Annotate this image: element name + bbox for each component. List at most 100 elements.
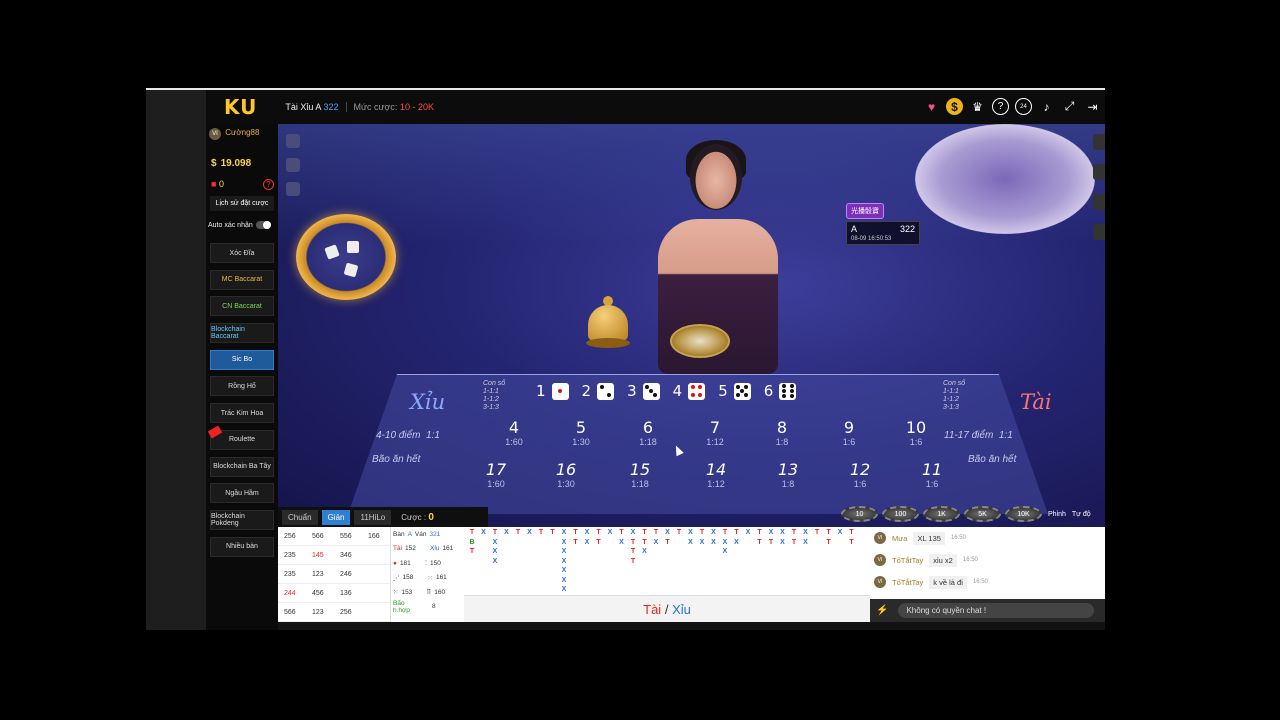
game-item[interactable]: Roulette [207, 425, 274, 450]
roadmap-mark: T [826, 538, 831, 546]
roadmap-mark: X [768, 529, 774, 536]
roadmap-mark: X [492, 538, 498, 546]
single-bet-3[interactable]: 3 [627, 382, 660, 400]
table-id: A [851, 224, 858, 234]
game-item[interactable]: CN Baccarat [210, 296, 274, 317]
game-item[interactable]: Xóc Đĩa [210, 243, 274, 263]
single-odds-left: Con số 1-1:1 1-1:2 3-1:3 [483, 380, 506, 411]
sum-bet-12[interactable]: 12 1:6 [830, 460, 890, 489]
game-list: Xóc Đĩa MC Baccarat CN Baccarat Blockchain … [206, 243, 278, 557]
gift-icon[interactable]: ■ [211, 179, 216, 189]
sum-bet-7[interactable]: 7 1:12 [685, 418, 745, 447]
roadmap-mark: T [642, 538, 647, 546]
sum-bet-8[interactable]: 8 1:8 [752, 418, 812, 447]
info-icon[interactable] [1093, 134, 1105, 150]
game-item[interactable]: MC Baccarat [210, 269, 274, 290]
roadmap-mark: X [561, 586, 567, 593]
bet-mode-tabs: Chuẩn Giản 11HiLo Cược : 0 [278, 507, 488, 527]
tab-11hilo[interactable]: 11HiLo [354, 509, 392, 525]
balance-value: 19.098 [220, 158, 252, 169]
chip-10[interactable]: 10 [841, 506, 878, 522]
coin-icon[interactable]: $ [946, 98, 963, 115]
sum-bet-6[interactable]: 6 1:18 [618, 418, 678, 447]
chip-5K[interactable]: 5K [964, 506, 1001, 522]
chat-message: VI TốTắtTay k về là đi 16:50 [870, 571, 1105, 593]
chat-avatar: VI [874, 532, 886, 544]
sum-bet-4[interactable]: 4 1:60 [484, 418, 544, 447]
auto-confirm-toggle[interactable] [255, 221, 271, 229]
sum-bet-15[interactable]: 15 1:18 [610, 460, 670, 489]
game-item[interactable]: Blockchain Ba Tây [210, 456, 274, 477]
game-item[interactable]: Sic Bo [210, 349, 274, 370]
chip-100[interactable]: 100 [882, 506, 919, 522]
person-icon[interactable] [286, 182, 300, 196]
bet-tai[interactable]: Tài [1020, 390, 1052, 414]
wifi-icon[interactable] [1093, 194, 1105, 210]
chip-action-button[interactable]: Phỉnh [1048, 511, 1066, 518]
tab-chuan[interactable]: Chuẩn [282, 509, 318, 525]
chat-text: xỉu x2 [929, 553, 957, 567]
game-item[interactable]: Blockchain Pokdeng [210, 509, 274, 530]
sum-odds: 1:6 [853, 479, 867, 489]
chat-message: VI TốTắtTay xỉu x2 16:50 [870, 549, 1105, 571]
lightning-icon[interactable]: ⚡ [876, 605, 888, 616]
single-bet-5[interactable]: 5 [718, 382, 751, 400]
roadmap-mark: X [561, 529, 567, 536]
chip-action-button[interactable]: Tự độ [1072, 511, 1091, 518]
sum-value: 4 [508, 418, 520, 437]
exit-icon[interactable]: ⇥ [1084, 98, 1101, 115]
sum-bet-17[interactable]: 17 1:60 [466, 460, 526, 489]
stat-table: A [407, 530, 412, 538]
volume-icon[interactable]: ♪ [1038, 98, 1055, 115]
sum-bet-16[interactable]: 16 1:30 [536, 460, 596, 489]
roadmap-mark: X [734, 538, 739, 546]
roadmap-mark: T [757, 529, 762, 536]
sum-bet-10[interactable]: 10 1:6 [886, 418, 946, 447]
bet-xiu[interactable]: Xỉu [410, 390, 445, 414]
game-item[interactable]: Blockchain Baccarat [210, 323, 274, 344]
sum-value: 7 [709, 418, 721, 437]
fullscreen-icon[interactable]: ⤢ [1061, 98, 1078, 115]
trophy-icon[interactable]: ♛ [969, 98, 986, 115]
bet-history-button[interactable]: Lịch sử đặt cược [210, 196, 274, 211]
game-item[interactable]: Trác Kim Hoa [210, 403, 274, 424]
single-bet-4[interactable]: 4 [673, 382, 706, 400]
roadmap-mark: X [780, 538, 785, 546]
tab-gian[interactable]: Giản [321, 509, 351, 525]
game-item[interactable]: Ngầu Hầm [210, 483, 274, 504]
auto-confirm: Auto xác nhận [208, 221, 278, 229]
game-item[interactable]: Rồng Hổ [210, 376, 274, 397]
roadmap-mark: X [745, 529, 751, 536]
chat-input[interactable]: Không có quyền chat ! [898, 603, 1095, 618]
crown-icon[interactable] [286, 158, 300, 172]
sum-bet-13[interactable]: 13 1:8 [758, 460, 818, 489]
single-bet-1[interactable]: 1 [536, 382, 569, 400]
sum-bet-5[interactable]: 5 1:30 [551, 418, 611, 447]
history-cell: 166 [368, 532, 380, 540]
gift-help-icon[interactable]: ? [263, 179, 274, 190]
username: Cường88 [225, 128, 260, 137]
support-24-icon[interactable]: 24 [1015, 98, 1032, 115]
roadmap-mark: T [596, 538, 601, 546]
chat-time: 16:50 [950, 535, 966, 541]
chip-1K[interactable]: 1K [923, 506, 960, 522]
single-bet-6[interactable]: 6 [764, 382, 797, 400]
single-bet-number: 6 [763, 382, 774, 400]
sum-bet-14[interactable]: 14 1:12 [686, 460, 746, 489]
heart-icon[interactable]: ♥ [923, 98, 940, 115]
video-icon[interactable] [286, 134, 300, 148]
history-cell: 145 [312, 551, 324, 559]
sum-bet-9[interactable]: 9 1:6 [819, 418, 879, 447]
sum-value: 16 [555, 460, 577, 479]
sum-value: 11 [921, 460, 943, 479]
settings-icon[interactable] [1093, 164, 1105, 180]
sum-bet-11[interactable]: 11 1:6 [902, 460, 962, 489]
help-icon[interactable]: ? [992, 98, 1009, 115]
chip-10K[interactable]: 10K [1005, 506, 1042, 522]
roadmap-mark: T [630, 548, 636, 555]
phone-icon[interactable] [1093, 224, 1105, 240]
sum-odds: 1:30 [572, 437, 590, 447]
ku-logo[interactable]: KU [224, 95, 257, 119]
single-bet-2[interactable]: 2 [582, 382, 615, 400]
game-item[interactable]: Nhiều bàn [210, 536, 274, 557]
